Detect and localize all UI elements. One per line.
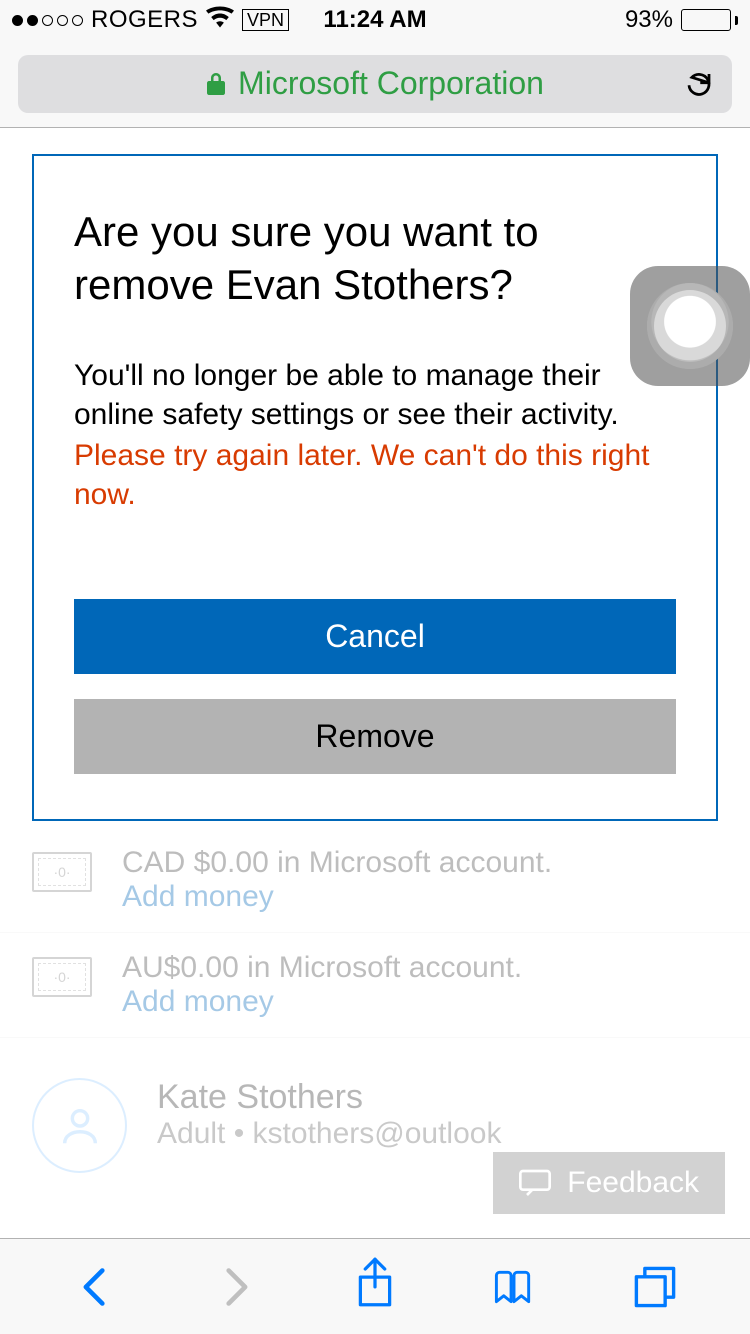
assistivetouch-button[interactable]	[630, 266, 750, 386]
remove-member-dialog: Are you sure you want to remove Evan Sto…	[32, 154, 718, 821]
feedback-label: Feedback	[567, 1166, 699, 1200]
profile-name: Kate Stothers	[157, 1078, 501, 1117]
lock-icon	[206, 72, 226, 96]
carrier-label: ROGERS	[91, 6, 198, 34]
balance-text: AU$0.00 in Microsoft account.	[122, 951, 522, 985]
cancel-button[interactable]: Cancel	[74, 599, 676, 674]
battery-icon	[681, 9, 738, 31]
ios-status-bar: ROGERS VPN 11:24 AM 93%	[0, 0, 750, 40]
url-pill[interactable]: Microsoft Corporation	[18, 55, 732, 113]
profile-subtitle: Adult • kstothers@outlook	[157, 1117, 501, 1151]
feedback-button[interactable]: Feedback	[493, 1152, 725, 1214]
dialog-error: Please try again later. We can't do this…	[74, 436, 676, 514]
site-identity-label: Microsoft Corporation	[238, 65, 544, 102]
clock: 11:24 AM	[323, 6, 426, 34]
add-money-link[interactable]: Add money	[122, 880, 552, 914]
avatar	[32, 1078, 127, 1173]
vpn-badge: VPN	[242, 9, 289, 31]
forward-button[interactable]	[214, 1265, 258, 1309]
money-icon: ·0·	[32, 957, 92, 997]
bookmarks-button[interactable]	[492, 1265, 536, 1309]
share-button[interactable]	[355, 1266, 395, 1308]
wifi-icon	[206, 6, 234, 35]
safari-toolbar	[0, 1238, 750, 1334]
signal-strength-icon	[12, 15, 83, 26]
dialog-body: You'll no longer be able to manage their…	[74, 356, 676, 434]
dialog-title: Are you sure you want to remove Evan Sto…	[74, 206, 676, 311]
money-icon: ·0·	[32, 852, 92, 892]
battery-percent: 93%	[625, 6, 673, 34]
add-money-link[interactable]: Add money	[122, 985, 522, 1019]
reload-icon[interactable]	[684, 69, 714, 99]
safari-address-bar: Microsoft Corporation	[0, 40, 750, 128]
tabs-button[interactable]	[633, 1265, 677, 1309]
remove-button[interactable]: Remove	[74, 699, 676, 774]
balance-text: CAD $0.00 in Microsoft account.	[122, 846, 552, 880]
back-button[interactable]	[73, 1265, 117, 1309]
